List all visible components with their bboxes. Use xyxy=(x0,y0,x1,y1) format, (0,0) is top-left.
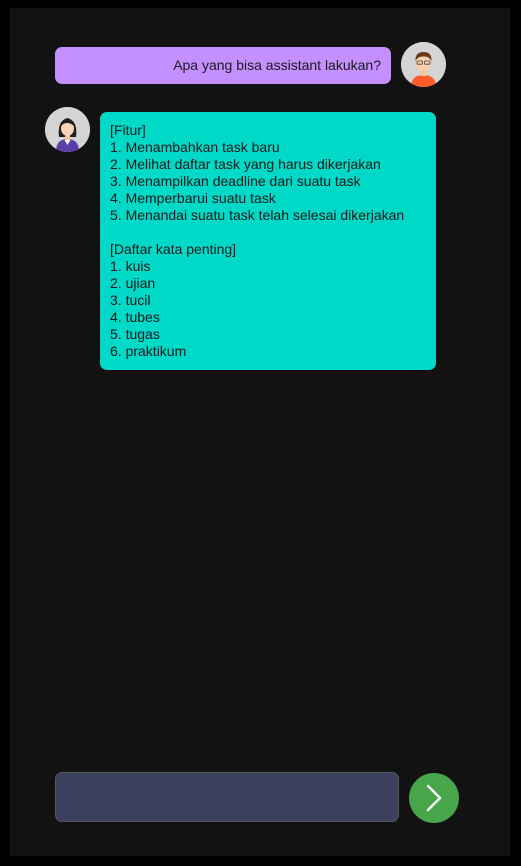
chat-messages: Apa yang bisa assistant lakukan? [Fitur]… xyxy=(10,8,510,748)
assistant-message-line: 5. tugas xyxy=(110,326,160,342)
assistant-message-line: [Fitur] xyxy=(110,122,146,138)
assistant-message-line: 1. kuis xyxy=(110,258,151,274)
female-assistant-avatar-icon xyxy=(45,107,90,152)
user-message-text: Apa yang bisa assistant lakukan? xyxy=(173,57,381,73)
assistant-message-line: [Daftar kata penting] xyxy=(110,241,237,257)
assistant-message-line: 3. Menampilkan deadline dari suatu task xyxy=(110,173,361,189)
assistant-message-bubble: [Fitur] 1. Menambahkan task baru 2. Meliha… xyxy=(100,112,436,370)
chat-app: Apa yang bisa assistant lakukan? [Fitur]… xyxy=(10,8,510,856)
assistant-message-line: 1. Menambahkan task baru xyxy=(110,139,280,155)
message-composer xyxy=(10,748,510,856)
message-spacer xyxy=(110,224,426,241)
assistant-message-line: 4. tubes xyxy=(110,309,160,325)
assistant-message-line: 2. Melihat daftar task yang harus dikerj… xyxy=(110,156,381,172)
chevron-right-icon xyxy=(426,784,442,812)
user-message-bubble: Apa yang bisa assistant lakukan? xyxy=(55,47,391,84)
assistant-message-line: 6. praktikum xyxy=(110,343,187,359)
message-input[interactable] xyxy=(55,772,399,822)
assistant-message-line: 3. tucil xyxy=(110,292,151,308)
assistant-message-line: 2. ujian xyxy=(110,275,156,291)
send-button[interactable] xyxy=(409,773,459,823)
assistant-message-line: 5. Menandai suatu task telah selesai dik… xyxy=(110,207,405,223)
assistant-message-line: 4. Memperbarui suatu task xyxy=(110,190,276,206)
male-user-avatar-icon xyxy=(401,42,446,87)
